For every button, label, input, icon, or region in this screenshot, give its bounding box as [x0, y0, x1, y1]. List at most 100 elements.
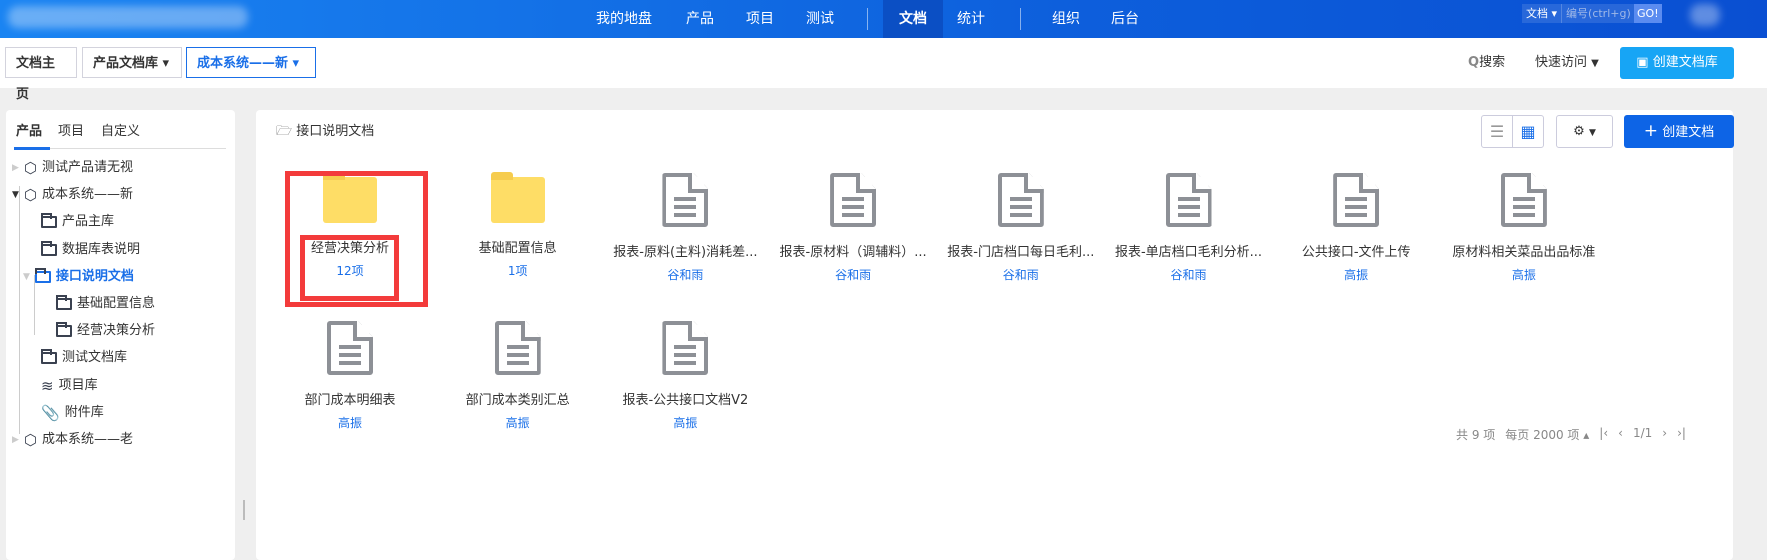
tree-item-label: 数据库表说明	[62, 241, 141, 257]
sidebar-tab[interactable]: 自定义	[101, 120, 140, 139]
item-name: 基础配置信息	[478, 241, 557, 256]
create-doc-button[interactable]: + 创建文档	[1624, 115, 1734, 148]
item-name: 原材料相关菜品出品标准	[1452, 245, 1596, 260]
next-page-icon[interactable]: ›	[1662, 426, 1667, 443]
sidebar-resize-handle[interactable]	[243, 500, 245, 520]
folder-icon	[56, 295, 72, 310]
quick-access-dropdown[interactable]: 快速访问 ▼	[1535, 48, 1599, 79]
nav-item[interactable]: 我的地盘	[596, 0, 652, 38]
item-name: 部门成本明细表	[304, 393, 396, 408]
doc-item[interactable]: 部门成本类别汇总 高振	[438, 321, 598, 431]
tree-item-label: 测试文档库	[62, 350, 128, 366]
item-author: 高振	[1511, 268, 1536, 282]
document-icon	[830, 173, 877, 227]
nav-item[interactable]: 统计	[957, 0, 985, 38]
object-id-input[interactable]: 编号(ctrl+g)	[1561, 4, 1634, 23]
doc-item[interactable]: 报表-单店档口毛利分析... 谷和雨	[1109, 173, 1269, 283]
item-author: 谷和雨	[1002, 268, 1039, 282]
item-author: 高振	[337, 416, 362, 430]
item-name: 公共接口-文件上传	[1301, 245, 1411, 260]
view-toggle: ☰ ▦	[1481, 115, 1544, 148]
current-folder-path: 🗁 接口说明文档	[276, 124, 375, 139]
page-size-dropdown[interactable]: 每页 2000 项 ▴	[1505, 426, 1589, 443]
caret-right-icon[interactable]: ▶	[12, 428, 19, 452]
paperclip-icon: 📎	[41, 403, 60, 422]
tree-item-label: 项目库	[58, 377, 98, 393]
tree-item-label: 附件库	[64, 404, 104, 420]
doc-item[interactable]: 报表-原材料（调辅料）... 谷和雨	[773, 173, 933, 283]
tree-item-label: 基础配置信息	[77, 296, 156, 311]
nav-item[interactable]: 项目	[746, 0, 774, 38]
sidebar-tab[interactable]: 项目	[58, 120, 84, 139]
folder-icon	[41, 213, 57, 229]
tree-item[interactable]: ▼ 接口说明文档	[23, 265, 134, 289]
total-count: 共 9 项	[1456, 428, 1496, 442]
prev-page-icon[interactable]: ‹	[1618, 426, 1623, 443]
folder-icon	[34, 267, 51, 283]
document-icon	[327, 321, 373, 375]
breadcrumb-bar: 文档主页 产品文档库 ▾ 成本系统——新 ▾ Q搜索 快速访问 ▼ ▣ 创建文档…	[0, 38, 1767, 102]
nav-item[interactable]: 测试	[806, 0, 834, 38]
folder-icon	[490, 172, 545, 223]
item-author: 谷和雨	[667, 268, 704, 282]
user-avatar[interactable]	[1690, 4, 1720, 26]
caret-right-icon[interactable]: ▶	[12, 156, 19, 180]
search-link[interactable]: Q搜索	[1468, 48, 1505, 78]
nav-item[interactable]: 后台	[1111, 0, 1139, 38]
object-search: 文档 ▾ 编号(ctrl+g) GO!	[1522, 4, 1662, 23]
tree-item-label: 成本系统——老	[42, 432, 134, 447]
folder-icon	[41, 240, 57, 256]
doc-item[interactable]: 部门成本明细表 高振	[270, 321, 430, 431]
folder-plus-icon: ▣	[1636, 55, 1649, 70]
document-icon	[662, 321, 709, 375]
doc-item[interactable]: 原材料相关菜品出品标准 高振	[1444, 173, 1604, 283]
nav-item[interactable]: 文档	[883, 0, 943, 38]
doc-item[interactable]: 报表-原料(主料)消耗差... 谷和雨	[605, 173, 765, 283]
doc-item[interactable]: 公共接口-文件上传 高振	[1276, 173, 1436, 283]
first-page-icon[interactable]: |‹	[1599, 426, 1608, 443]
document-icon	[1500, 173, 1547, 227]
caret-down-icon[interactable]: ▼	[23, 265, 30, 289]
tree-item[interactable]: 产品主库	[41, 210, 114, 234]
doc-item[interactable]: 报表-门店档口每日毛利... 谷和雨	[941, 173, 1101, 283]
document-icon	[1333, 173, 1380, 227]
tree-item[interactable]: ▶ ⬡ 成本系统——老	[12, 428, 133, 452]
search-icon: Q	[1468, 55, 1480, 70]
layers-icon: ≋	[41, 376, 54, 395]
nav-item[interactable]: 组织	[1052, 0, 1080, 38]
last-page-icon[interactable]: ›|	[1677, 426, 1686, 443]
search-type-select[interactable]: 文档 ▾	[1522, 4, 1561, 23]
item-name: 部门成本类别汇总	[465, 393, 570, 408]
tree-item[interactable]: 数据库表说明	[41, 238, 140, 262]
breadcrumb-doc-home[interactable]: 文档主页	[5, 47, 77, 102]
item-name: 报表-门店档口每日毛利...	[947, 245, 1095, 260]
tree-item[interactable]: 基础配置信息	[56, 292, 155, 316]
doc-item[interactable]: 报表-公共接口文档V2 高振	[605, 321, 765, 431]
caret-down-icon[interactable]: ▼	[12, 183, 19, 207]
cube-icon: ⬡	[23, 431, 38, 449]
grid-view-icon[interactable]: ▦	[1513, 116, 1543, 147]
list-view-icon[interactable]: ☰	[1482, 116, 1513, 147]
tree-item[interactable]: ≋ 项目库	[41, 374, 98, 398]
sidebar-tab[interactable]: 产品	[16, 120, 42, 139]
go-button[interactable]: GO!	[1634, 4, 1662, 23]
tree-item[interactable]: ▶ ⬡ 测试产品请无视	[12, 156, 133, 180]
caret-down-icon: ▼	[1591, 58, 1599, 69]
top-nav-bar: 我的地盘 产品 项目 测试 文档 统计 组织 后台 文档 ▾ 编号(ctrl+g) GO!	[0, 0, 1767, 38]
item-author: 谷和雨	[835, 268, 872, 282]
breadcrumb-current-product[interactable]: 成本系统——新 ▾	[186, 47, 316, 78]
breadcrumb-product-lib[interactable]: 产品文档库 ▾	[82, 47, 182, 78]
folder-icon	[56, 322, 72, 338]
tree-item[interactable]: 测试文档库	[41, 346, 127, 370]
tree-item[interactable]: 📎 附件库	[41, 401, 104, 425]
create-doc-lib-button[interactable]: ▣ 创建文档库	[1620, 47, 1734, 79]
item-author: 谷和雨	[1170, 268, 1207, 282]
folder-item[interactable]: 基础配置信息 1项	[438, 172, 598, 279]
settings-dropdown[interactable]: ⚙ ▼	[1556, 115, 1613, 148]
item-name: 报表-公共接口文档V2	[622, 393, 749, 408]
tree-item-label: 接口说明文档	[55, 268, 134, 284]
tree-item[interactable]: 经营决策分析	[56, 319, 155, 343]
caret-down-icon: ▼	[1588, 128, 1596, 138]
tree-item[interactable]: ▼ ⬡ 成本系统——新	[12, 183, 133, 207]
nav-item[interactable]: 产品	[686, 0, 714, 38]
